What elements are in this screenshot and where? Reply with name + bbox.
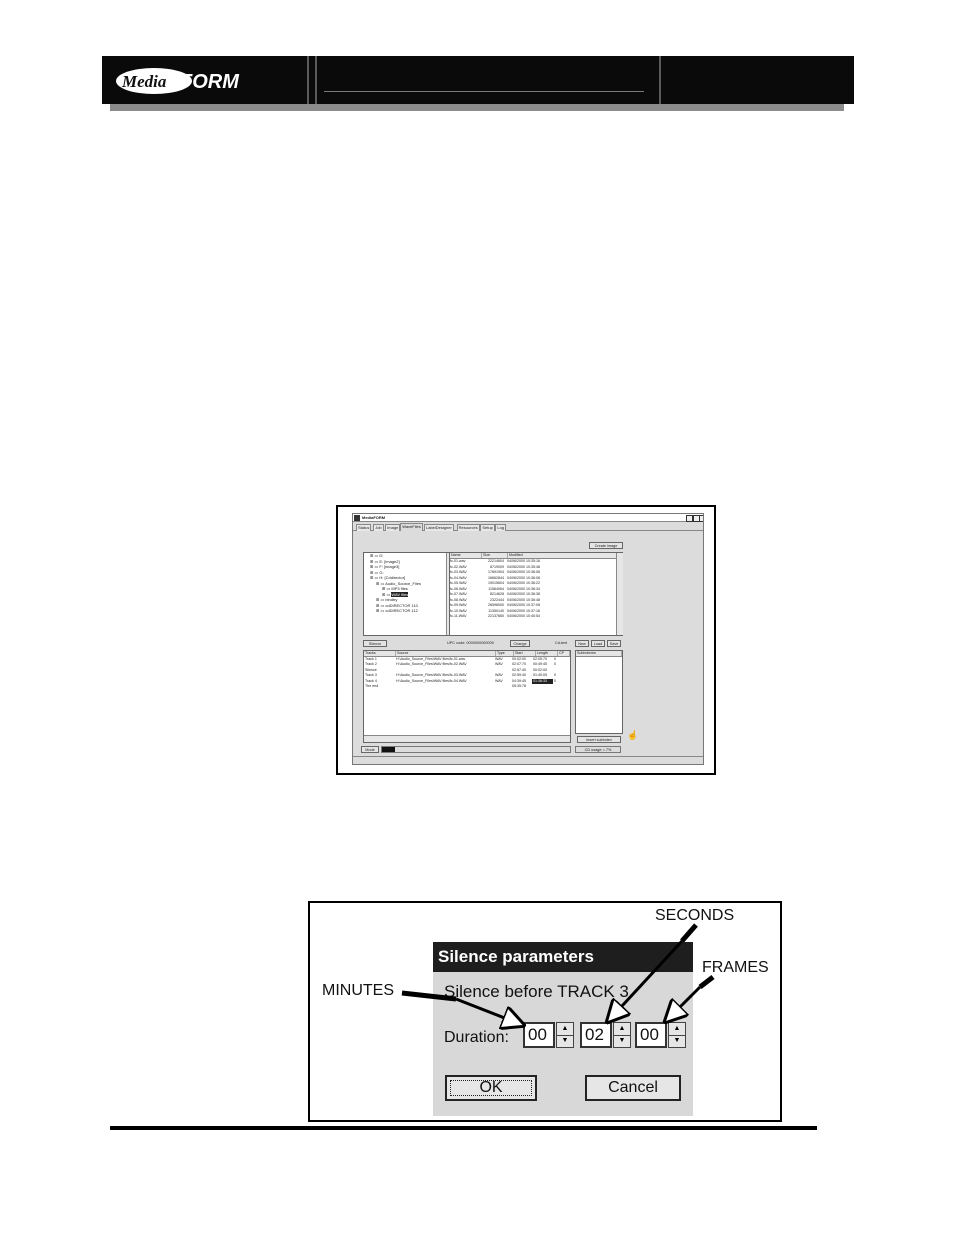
application-window: MediaFORM Create image ⊞ ▭ D: ⊞ ▭ E: [ima… — [352, 513, 704, 765]
callout-arrows — [401, 923, 715, 1120]
upc-code: UPC code: 0000000000000 — [447, 641, 494, 645]
file-list-scrollbar[interactable] — [616, 553, 623, 635]
folder-icon: ⊞ ▭ — [370, 575, 380, 580]
minimize-icon[interactable] — [686, 515, 693, 522]
folder-icon: ⊞ ▭ — [370, 569, 380, 575]
tab-resources[interactable]: Resources — [456, 524, 480, 531]
file-column-header[interactable]: Modified — [508, 553, 620, 558]
svg-text:Media: Media — [121, 72, 167, 91]
track-row[interactable]: The end 05:35:78 — [364, 684, 570, 689]
application-screenshot-frame: MediaFORM Create image ⊞ ▭ D: ⊞ ▭ E: [ima… — [336, 505, 716, 775]
seconds-arrow-lead — [680, 923, 698, 943]
header-separator — [659, 56, 661, 104]
file-column-header[interactable]: Name — [450, 553, 482, 558]
folder-icon: ⊞ ▭ — [370, 564, 380, 569]
silence-dialog-screenshot-frame: Silence parameters Silence before TRACK … — [308, 901, 782, 1122]
new-button[interactable]: New — [575, 640, 589, 647]
track-cell — [553, 684, 564, 689]
track-column-header[interactable]: Tracks — [364, 651, 396, 656]
frames-arrow — [668, 985, 702, 1019]
cd-text-label: Cd-text — [555, 641, 568, 645]
silence-button[interactable]: Silence — [363, 640, 387, 647]
insert-subindex-button[interactable]: Insert subindex — [577, 736, 621, 743]
minutes-arrow — [455, 997, 520, 1024]
tree-item-label: cdDIRECTOR 110 — [385, 602, 418, 608]
close-icon[interactable] — [699, 515, 703, 522]
folder-icon: ⊞ ▭ — [376, 602, 386, 608]
tab-setup[interactable]: Setup — [480, 524, 495, 531]
svg-text:FORM: FORM — [180, 71, 240, 93]
track-cell — [395, 684, 494, 689]
subindex-header: Subindexes — [576, 651, 622, 657]
tree-item-label: MP3 files — [391, 586, 408, 591]
folder-icon: ⊞ ▭ — [382, 586, 392, 591]
tree-item-label: E: [image2] — [379, 558, 400, 564]
track-column-header[interactable]: Type — [496, 651, 514, 656]
folder-icon: ⊞ ▭ — [376, 608, 386, 613]
folder-icon: ⊞ ▭ — [382, 591, 392, 597]
mode-button[interactable]: Mode — [361, 746, 379, 753]
folder-icon: ⊞ ▭ — [376, 597, 386, 602]
track-cell: The end — [365, 683, 379, 688]
tab-log[interactable]: Log — [495, 524, 507, 531]
tab-labeldesigner[interactable]: LabelDesigner — [424, 524, 454, 531]
header-separator — [315, 56, 317, 104]
tree-item-label: Audio_Source_Files — [385, 580, 421, 586]
file-cell: fc-11.WAV — [450, 614, 467, 618]
file-cell: 22137660 — [488, 614, 504, 618]
change-button[interactable]: Change — [510, 640, 530, 647]
track-cell: 05:35:78 — [512, 683, 526, 688]
file-list[interactable]: Name Size Modified fc-01.wav 22214604 04/06/… — [449, 552, 623, 636]
tab-job[interactable]: Job — [373, 524, 384, 531]
track-column-header[interactable]: Length — [536, 651, 558, 656]
seconds-arrow — [610, 939, 684, 1019]
header-banner: Media FORM — [102, 56, 854, 104]
track-column-header[interactable]: Source — [396, 651, 496, 656]
save-button[interactable]: Save — [607, 640, 621, 647]
tab-status[interactable]: Status — [356, 524, 372, 531]
tree-item-label: cdDIRECTOR 112 — [385, 608, 418, 613]
folder-icon: ⊞ ▭ — [370, 553, 380, 558]
track-column-header[interactable]: Start — [514, 651, 536, 656]
track-list-hscrollbar[interactable] — [364, 735, 570, 742]
header-rule — [324, 91, 644, 92]
window-title: MediaFORM — [353, 514, 703, 522]
folder-icon: ⊞ ▭ — [376, 580, 386, 586]
track-list[interactable]: Tracks Source Type Start Length CP Track 1 H:\… — [363, 650, 571, 743]
header-separator — [307, 56, 309, 104]
frames-arrow-lead — [698, 975, 715, 989]
tree-item-label: H: [Cddirector] — [379, 575, 406, 580]
tree-item-label: D: — [379, 553, 384, 558]
app-icon — [354, 515, 360, 521]
tree-item-label: bindtry — [385, 597, 398, 602]
tab-wavefiles[interactable]: WaveFiles — [400, 523, 423, 531]
folder-tree[interactable]: ⊞ ▭ D: ⊞ ▭ E: [image2] ⊞ ▭ F: [image3] ⊞ ▭ … — [363, 552, 453, 636]
cd-usage: CD usage = 7% — [575, 746, 621, 753]
file-row[interactable]: fc-11.WAV 22137660 04/06/2000 10:40:54 — [450, 614, 622, 620]
tree-item-label: G: — [379, 569, 384, 575]
track-cell — [494, 684, 511, 689]
folder-icon: ⊞ ▭ — [370, 558, 380, 564]
tab-image[interactable]: Image — [385, 524, 401, 531]
create-image-button[interactable]: Create image — [589, 542, 623, 549]
window-bottom-edge — [353, 756, 703, 757]
mediaform-logo: Media FORM — [116, 68, 240, 94]
status-field — [381, 746, 571, 753]
tree-item[interactable]: ⊞ ▭ cdDIRECTOR 112 — [364, 608, 452, 614]
tree-item-label: WAV files — [391, 591, 409, 597]
minutes-arrow-lead — [401, 990, 457, 1002]
subindex-list[interactable]: Subindexes — [575, 650, 623, 734]
file-column-header[interactable]: Size — [482, 553, 508, 558]
tree-item-label: F: [image3] — [379, 564, 400, 569]
hand-cursor-icon: ☝ — [627, 730, 639, 740]
track-cell — [532, 684, 553, 689]
footer-rule — [110, 1126, 817, 1130]
load-button[interactable]: Load — [591, 640, 605, 647]
header-shadow — [110, 104, 844, 111]
file-cell: 04/06/2000 10:40:54 — [507, 614, 540, 618]
track-column-header[interactable]: CP — [558, 651, 570, 656]
